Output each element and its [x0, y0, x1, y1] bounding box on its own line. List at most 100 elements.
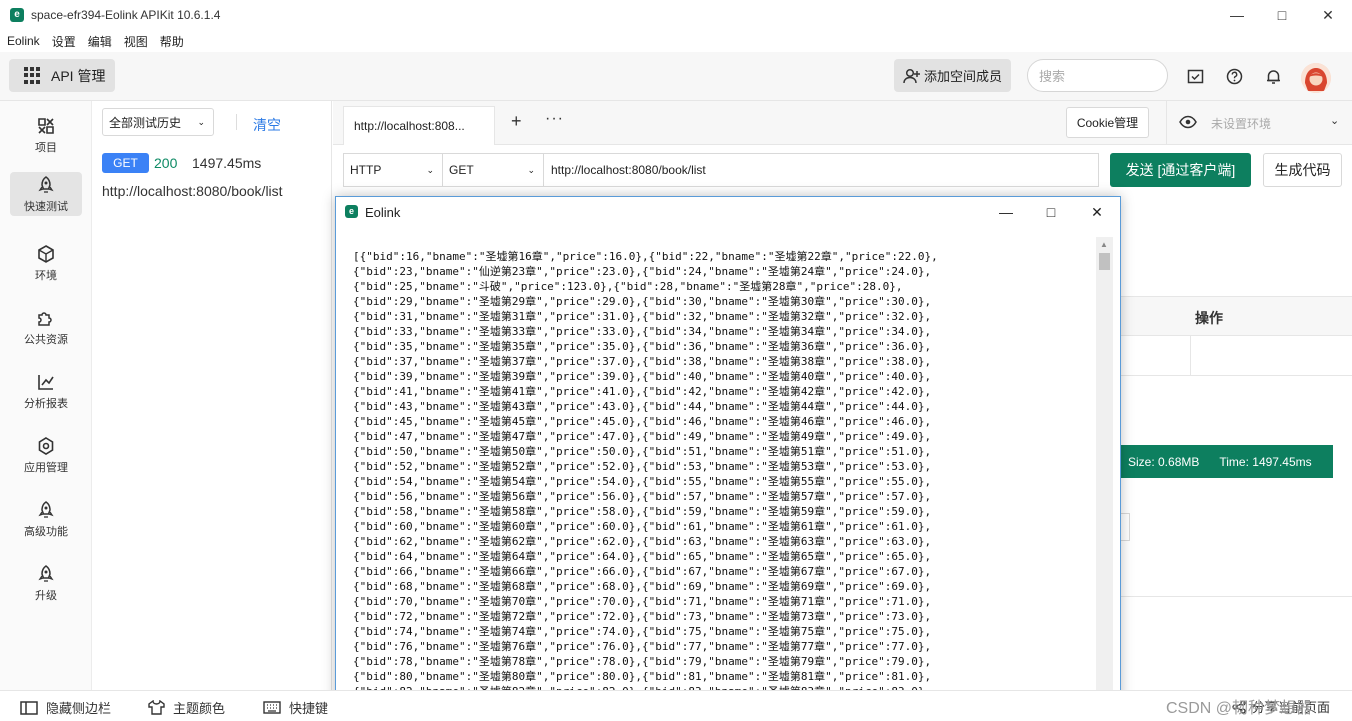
tab-bar: http://localhost:808... + ··· Cookie管理 未… — [333, 101, 1352, 145]
project-icon — [38, 117, 54, 134]
response-body-line: {"bid":41,"bname":"圣墟第41章","price":41.0}… — [353, 385, 932, 398]
response-body-text: [{"bid":16,"bname":"圣墟第16章","price":16.0… — [353, 249, 1098, 721]
top-toolbar: API 管理 添加空间成员 搜索 — [0, 52, 1352, 101]
rocket-icon — [38, 500, 54, 518]
url-input[interactable]: http://localhost:8080/book/list — [543, 153, 1099, 187]
menu-item-view[interactable]: 视图 — [124, 33, 148, 50]
sidebar-item-environment[interactable]: 环境 — [10, 241, 82, 285]
popup-title: Eolink — [365, 205, 401, 220]
theme-color-button[interactable]: 主题颜色 — [148, 698, 225, 717]
sidebar-item-project[interactable]: 项目 — [10, 113, 82, 157]
tab-request[interactable]: http://localhost:808... — [343, 106, 495, 145]
response-body-line: {"bid":74,"bname":"圣墟第74章","price":74.0}… — [353, 625, 932, 638]
hide-sidebar-label: 隐藏侧边栏 — [46, 701, 112, 716]
response-body-line: {"bid":47,"bname":"圣墟第47章","price":47.0}… — [353, 430, 932, 443]
sidebar-item-label: 公共资源 — [24, 333, 68, 346]
response-body-line: {"bid":72,"bname":"圣墟第72章","price":72.0}… — [353, 610, 932, 623]
scroll-up-icon[interactable]: ▲ — [1100, 240, 1108, 249]
popup-minimize-button[interactable]: — — [983, 197, 1029, 227]
generate-code-button[interactable]: 生成代码 — [1263, 153, 1342, 187]
puzzle-icon — [38, 311, 52, 326]
response-body-line: {"bid":23,"bname":"仙逆第23章","price":23.0}… — [353, 265, 932, 278]
sidebar-item-public-resources[interactable]: 公共资源 — [10, 305, 82, 349]
watermark-suffix: 器 — [1296, 700, 1313, 717]
apps-grid-icon — [24, 67, 41, 84]
sidebar-item-label: 应用管理 — [24, 461, 68, 474]
cookie-manage-button[interactable]: Cookie管理 — [1066, 107, 1149, 138]
method-select[interactable]: GET ⌄ — [442, 153, 544, 187]
response-body-line: {"bid":54,"bname":"圣墟第54章","price":54.0}… — [353, 475, 932, 488]
response-body-line: {"bid":68,"bname":"圣墟第68章","price":68.0}… — [353, 580, 932, 593]
watermark-main: CSDN @韧种梦想 — [1166, 700, 1297, 717]
menu-item-settings[interactable]: 设置 — [52, 33, 76, 50]
watermark-text: CSDN @韧种梦想器 — [1166, 694, 1312, 718]
history-panel: 全部测试历史 ⌄ 清空 GET 200 1497.45ms http://loc… — [92, 101, 332, 690]
response-body-line: {"bid":37,"bname":"圣墟第37章","price":37.0}… — [353, 355, 932, 368]
divider — [1120, 596, 1352, 597]
help-icon[interactable] — [1226, 68, 1243, 85]
api-manage-button[interactable]: API 管理 — [9, 59, 115, 92]
search-input[interactable]: 搜索 — [1027, 59, 1168, 92]
app-logo-icon: e — [345, 205, 358, 218]
avatar[interactable] — [1301, 63, 1331, 93]
divider — [1190, 336, 1191, 375]
response-popup-window: e Eolink — □ ✕ [{"bid":16,"bname":"圣墟第16… — [335, 196, 1121, 721]
chart-icon — [38, 374, 54, 390]
calendar-check-icon[interactable] — [1187, 68, 1204, 85]
bottom-bar: 隐藏侧边栏 主题颜色 快捷键 — [0, 690, 1352, 721]
menu-item-help[interactable]: 帮助 — [160, 33, 184, 50]
response-body-line: {"bid":25,"bname":"斗破","price":123.0},{"… — [353, 280, 903, 293]
divider — [1166, 101, 1167, 145]
chevron-down-icon: ⌄ — [527, 164, 535, 175]
clear-history-link[interactable]: 清空 — [253, 115, 281, 135]
add-member-label: 添加空间成员 — [923, 69, 1002, 84]
response-body-line: {"bid":39,"bname":"圣墟第39章","price":39.0}… — [353, 370, 932, 383]
sidebar-item-quick-test[interactable]: 快速测试 — [10, 172, 82, 216]
shortcut-button[interactable]: 快捷键 — [263, 698, 328, 717]
method-badge: GET — [102, 153, 149, 173]
gear-icon — [38, 436, 54, 455]
eye-icon[interactable] — [1179, 115, 1197, 132]
protocol-select[interactable]: HTTP ⌄ — [343, 153, 443, 187]
more-tabs-button[interactable]: ··· — [545, 110, 564, 128]
add-tab-button[interactable]: + — [511, 111, 522, 132]
menu-item-edit[interactable]: 编辑 — [88, 33, 112, 50]
response-body-line: {"bid":76,"bname":"圣墟第76章","price":76.0}… — [353, 640, 932, 653]
popup-title-bar: e Eolink — □ ✕ — [336, 197, 1120, 227]
chevron-down-icon: ⌄ — [426, 164, 434, 175]
bell-icon[interactable] — [1265, 68, 1282, 85]
app-logo-icon: e — [10, 8, 24, 22]
response-status-banner: Size: 0.68MB Time: 1497.45ms — [1120, 445, 1333, 478]
add-member-button[interactable]: 添加空间成员 — [894, 59, 1011, 92]
maximize-button[interactable]: □ — [1259, 0, 1305, 30]
response-body-line: {"bid":43,"bname":"圣墟第43章","price":43.0}… — [353, 400, 932, 413]
sidebar-item-upgrade[interactable]: 升级 — [10, 561, 82, 605]
send-button[interactable]: 发送 [通过客户端] — [1110, 153, 1251, 187]
search-placeholder: 搜索 — [1039, 69, 1066, 84]
keyboard-icon — [263, 701, 281, 714]
popup-maximize-button[interactable]: □ — [1028, 197, 1074, 227]
chevron-down-icon[interactable]: ⌄ — [1330, 114, 1339, 127]
popup-close-button[interactable]: ✕ — [1074, 197, 1120, 227]
operation-column-header: 操作 — [1195, 310, 1223, 326]
response-body-line: {"bid":58,"bname":"圣墟第58章","price":58.0}… — [353, 505, 932, 518]
sidebar-item-advanced[interactable]: 高级功能 — [10, 497, 82, 541]
protocol-value: HTTP — [350, 163, 382, 177]
menu-bar: Eolink 设置 编辑 视图 帮助 — [0, 30, 1352, 52]
response-time-label: Time: 1497.45ms — [1219, 454, 1312, 469]
environment-select[interactable]: 未设置环境 — [1211, 115, 1271, 132]
popup-scrollbar[interactable]: ▲ — [1096, 237, 1113, 721]
response-body-line: {"bid":45,"bname":"圣墟第45章","price":45.0}… — [353, 415, 932, 428]
scrollbar-thumb[interactable] — [1099, 253, 1110, 270]
hide-sidebar-button[interactable]: 隐藏侧边栏 — [20, 698, 111, 717]
response-body-line: {"bid":33,"bname":"圣墟第33章","price":33.0}… — [353, 325, 932, 338]
history-filter-select[interactable]: 全部测试历史 ⌄ — [102, 108, 214, 136]
close-button[interactable]: ✕ — [1305, 0, 1351, 30]
sidebar-item-app-management[interactable]: 应用管理 — [10, 433, 82, 477]
title-bar: e space-efr394-Eolink APIKit 10.6.1.4 — … — [0, 0, 1352, 30]
url-value: http://localhost:8080/book/list — [551, 163, 706, 177]
sidebar-item-label: 升级 — [35, 589, 57, 602]
sidebar-item-analytics[interactable]: 分析报表 — [10, 369, 82, 413]
minimize-button[interactable]: — — [1214, 0, 1260, 30]
menu-item-eolink[interactable]: Eolink — [7, 34, 40, 48]
